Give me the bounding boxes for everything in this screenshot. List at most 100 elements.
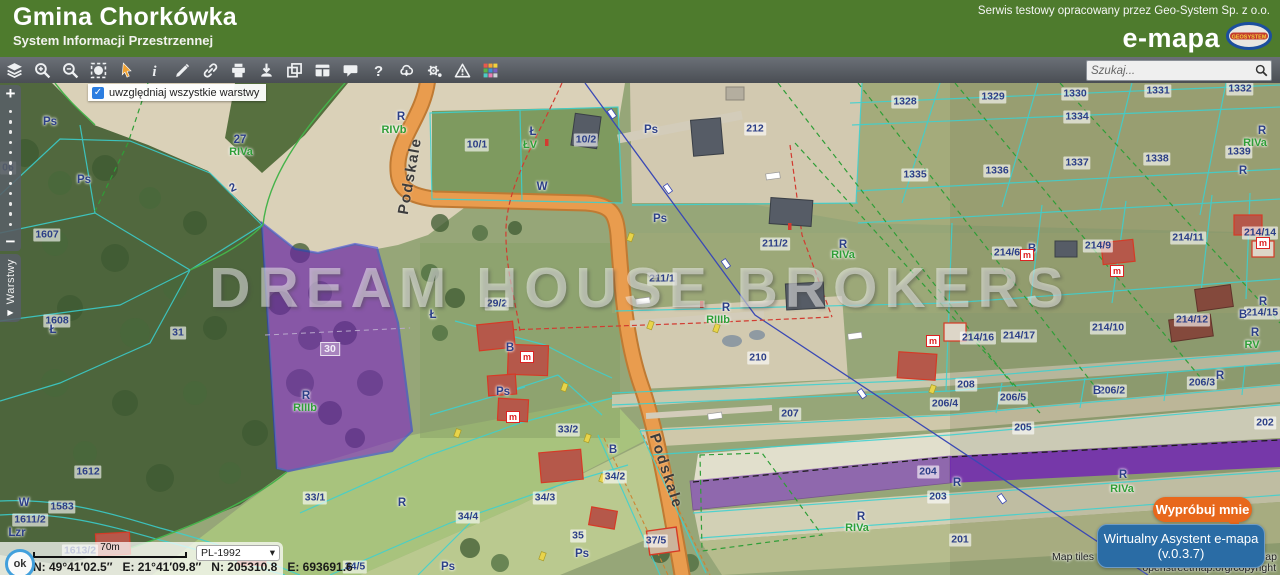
toolbar: i ?: [0, 57, 1280, 83]
layers-panel-tab[interactable]: Warstwy ▶: [0, 254, 21, 322]
help-icon[interactable]: ?: [370, 62, 387, 79]
map-label: 1338: [1143, 153, 1170, 166]
zoom-level-dot[interactable]: [9, 192, 13, 196]
scale-bar: 70m: [33, 543, 187, 558]
legend-palette-icon[interactable]: [482, 62, 499, 79]
map-label: 214/15: [1244, 307, 1280, 320]
layers-tab-label: Warstwy: [5, 259, 17, 304]
service-note: Serwis testowy opracowany przez Geo-Syst…: [978, 5, 1270, 17]
link-icon[interactable]: [202, 62, 219, 79]
map-label: RIVb: [381, 124, 406, 136]
map-label: 214/11: [1170, 232, 1206, 245]
map-label: 34/3: [533, 492, 557, 505]
zoom-level-dot[interactable]: [9, 171, 13, 175]
map-label: 1330: [1061, 88, 1088, 101]
zoom-in-icon[interactable]: [34, 62, 51, 79]
projection-select[interactable]: PL-1992 ▾: [196, 545, 280, 561]
search-icon[interactable]: [1251, 64, 1272, 77]
assistant-panel[interactable]: Wirtualny Asystent e-mapa (v.0.3.7): [1097, 524, 1265, 568]
map-label: 1336: [983, 165, 1010, 178]
expand-arrow-icon: ▶: [7, 308, 13, 317]
assistant-try-button[interactable]: Wypróbuj mnie: [1153, 497, 1252, 522]
pointer-icon[interactable]: [118, 62, 135, 79]
zoom-level-dot[interactable]: [9, 212, 13, 216]
identify-info-icon[interactable]: i: [146, 62, 163, 79]
brand: e-mapa GEOSYSTEM: [1122, 22, 1272, 55]
print-icon[interactable]: [230, 62, 247, 79]
map-label: 202: [1254, 417, 1276, 430]
map-label: R: [302, 390, 310, 402]
page-title: Gmina Chorkówka: [13, 3, 237, 32]
download-icon[interactable]: [258, 62, 275, 79]
chevron-down-icon: ▾: [270, 547, 275, 559]
layers-filter-panel: ✓ uwzględniaj wszystkie warstwy: [88, 84, 266, 101]
map-label: Ł: [529, 126, 536, 138]
zoom-level-dot[interactable]: [9, 151, 13, 155]
map-labels-layer: 0616071608311611/2158316121613/233/134/5…: [0, 83, 1280, 575]
map-label: 30: [320, 342, 340, 356]
zoom-out-icon[interactable]: [62, 62, 79, 79]
map-label: 2: [228, 181, 239, 195]
report-error-icon[interactable]: [454, 62, 471, 79]
split-layout-icon[interactable]: [314, 62, 331, 79]
zoom-level-dot[interactable]: [9, 202, 13, 206]
assistant-version: (v.0.3.7): [1098, 546, 1264, 561]
map-label: 214/16: [960, 332, 996, 345]
select-area-icon[interactable]: [90, 62, 107, 79]
svg-text:GEOSYSTEM: GEOSYSTEM: [1232, 35, 1267, 41]
svg-text:?: ?: [374, 63, 383, 78]
copy-window-icon[interactable]: [286, 62, 303, 79]
status-bar: 70m PL-1992 ▾ N: 49°41′02.5″ E: 21°41′09…: [0, 542, 283, 575]
search-input[interactable]: [1087, 65, 1251, 77]
map-label: R: [1259, 296, 1267, 308]
e-mapa-app: Gmina Chorkówka System Informacji Przest…: [0, 0, 1280, 575]
map-label: 206/4: [930, 398, 960, 411]
map-label: R: [1216, 370, 1224, 382]
cloud-download-icon[interactable]: [398, 62, 415, 79]
map-viewport[interactable]: 0616071608311611/2158316121613/233/134/5…: [0, 83, 1280, 575]
zoom-slider: + −: [0, 85, 21, 251]
zoom-level-dots[interactable]: [9, 103, 13, 233]
map-label: R: [1239, 165, 1247, 177]
zoom-level-dot[interactable]: [9, 141, 13, 145]
zoom-level-dot[interactable]: [9, 120, 13, 124]
zoom-level-dot[interactable]: [9, 223, 13, 227]
measure-icon[interactable]: [174, 62, 191, 79]
layers-icon[interactable]: [6, 62, 23, 79]
map-label: RIVa: [1243, 137, 1267, 149]
zoom-level-dot[interactable]: [9, 130, 13, 134]
map-label: 211/2: [760, 238, 790, 251]
zoom-in-button[interactable]: +: [6, 85, 16, 103]
map-label: Ps: [644, 124, 658, 136]
map-label: 1334: [1063, 111, 1090, 124]
zoom-out-button[interactable]: −: [6, 233, 16, 251]
map-label: B: [1239, 309, 1247, 321]
map-label: 1335: [901, 169, 928, 182]
comment-icon[interactable]: [342, 62, 359, 79]
ok-badge[interactable]: ok: [5, 549, 35, 575]
map-label: 1608: [43, 315, 70, 328]
map-label: RIVa: [1110, 483, 1134, 495]
map-label: R: [1258, 125, 1266, 137]
settings-icon[interactable]: [426, 62, 443, 79]
watermark: DREAM HOUSE BROKERS: [209, 255, 1070, 321]
map-label: m: [520, 351, 534, 363]
map-label: 208: [955, 379, 977, 392]
zoom-level-dot[interactable]: [9, 161, 13, 165]
map-label: m: [1256, 237, 1270, 249]
zoom-level-dot[interactable]: [9, 110, 13, 114]
search-box: [1086, 60, 1272, 81]
checkbox-include-all-layers[interactable]: ✓: [92, 87, 104, 99]
map-label: 27: [234, 134, 247, 146]
zoom-level-dot[interactable]: [9, 182, 13, 186]
map-label: 1583: [48, 501, 75, 514]
map-label: 10/1: [465, 139, 489, 152]
map-label: Lzr: [8, 527, 25, 539]
page-subtitle: System Informacji Przestrzennej: [13, 33, 213, 48]
map-label: 206/5: [998, 392, 1028, 405]
map-label: m: [506, 411, 520, 423]
map-label: R: [1251, 327, 1259, 339]
map-label: 203: [927, 491, 949, 504]
map-label: RIVa: [845, 522, 869, 534]
map-label: 206/3: [1187, 377, 1217, 390]
